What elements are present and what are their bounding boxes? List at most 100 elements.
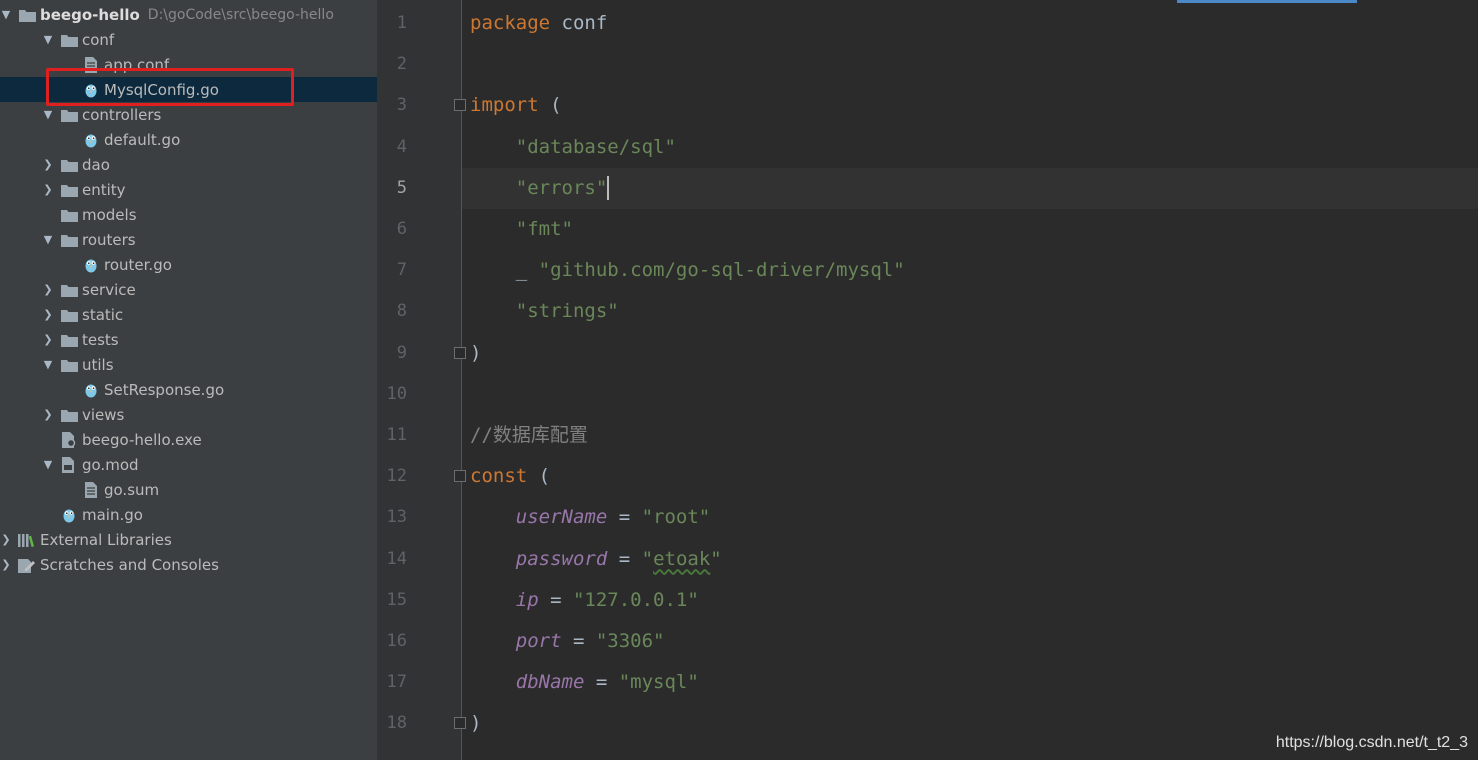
code-token: "mysql" <box>618 671 699 694</box>
tree-item[interactable]: models <box>0 202 377 227</box>
fold-marker-icon[interactable] <box>454 99 466 112</box>
line-number: 11 <box>386 425 407 445</box>
folder-icon <box>60 307 78 323</box>
code-line[interactable]: import ( <box>470 85 562 126</box>
line-number: 6 <box>396 219 407 239</box>
tree-item[interactable]: router.go <box>0 252 377 277</box>
tree-item[interactable]: ❯ dao <box>0 152 377 177</box>
tree-item[interactable]: ❯ External Libraries <box>0 527 377 552</box>
code-line[interactable]: "errors" <box>470 168 610 209</box>
code-line[interactable]: ) <box>470 333 481 374</box>
tree-item-label: conf <box>82 30 115 49</box>
line-number: 3 <box>396 95 407 116</box>
code-line[interactable]: "database/sql" <box>470 127 676 168</box>
code-token: ip <box>515 588 539 611</box>
code-line[interactable]: //数据库配置 <box>470 415 588 456</box>
code-token: ) <box>470 341 482 364</box>
line-number: 17 <box>386 672 407 693</box>
line-number: 14 <box>386 548 407 569</box>
code-line[interactable]: password = "etoak" <box>470 539 722 580</box>
tree-item[interactable]: ❯ Scratches and Consoles <box>0 552 377 577</box>
tree-item[interactable]: SetResponse.go <box>0 377 377 402</box>
tree-item[interactable]: beego-hello.exe <box>0 427 377 452</box>
code-line[interactable]: ip = "127.0.0.1" <box>470 580 699 621</box>
tree-item[interactable]: ▼ go.mod <box>0 452 377 477</box>
line-number: 4 <box>396 136 407 157</box>
tree-item-label: service <box>82 280 136 299</box>
project-name: beego-hello <box>40 5 140 24</box>
code-token: "github.com/go-sql-driver/mysql" <box>538 259 905 282</box>
code-line[interactable]: "fmt" <box>470 209 573 250</box>
tree-item[interactable]: ❯ static <box>0 302 377 327</box>
chevron-down-icon[interactable]: ▼ <box>42 227 54 252</box>
code-token: = <box>561 630 596 652</box>
line-number: 2 <box>396 54 407 75</box>
chevron-down-icon[interactable]: ▼ <box>0 2 12 27</box>
fold-marker-icon[interactable] <box>454 346 466 359</box>
tree-item[interactable]: ❯ views <box>0 402 377 427</box>
code-line[interactable]: dbName = "mysql" <box>470 662 699 703</box>
code-line[interactable]: "strings" <box>470 291 619 332</box>
tree-item-label: go.mod <box>82 455 139 474</box>
go-file-icon <box>60 507 78 523</box>
chevron-down-icon[interactable]: ▼ <box>42 352 54 377</box>
chevron-right-icon[interactable]: ❯ <box>42 327 54 352</box>
code-line[interactable]: _ "github.com/go-sql-driver/mysql" <box>470 250 905 291</box>
tree-item[interactable]: ▼ utils <box>0 352 377 377</box>
tree-item[interactable]: ❯ entity <box>0 177 377 202</box>
project-tree[interactable]: ▼ beego-hello D:\goCode\src\beego-hello … <box>0 0 377 760</box>
project-root[interactable]: ▼ beego-hello D:\goCode\src\beego-hello <box>0 2 377 27</box>
code-line[interactable]: port = "3306" <box>470 621 665 662</box>
tree-item[interactable]: go.sum <box>0 477 377 502</box>
tree-item-label: dao <box>82 155 110 174</box>
code-token: = <box>607 506 642 529</box>
tree-item-label: External Libraries <box>40 530 172 549</box>
tree-item-label: utils <box>82 355 114 374</box>
code-token: ( <box>538 94 562 117</box>
code-token: password <box>515 547 608 570</box>
library-icon <box>18 532 36 548</box>
tree-item[interactable]: ▼ conf <box>0 27 377 52</box>
tree-item[interactable]: ▼ routers <box>0 227 377 252</box>
line-number: 5 <box>396 177 407 198</box>
folder-icon <box>60 32 78 48</box>
code-line[interactable]: ) <box>470 703 481 744</box>
code-token: "strings" <box>515 300 619 323</box>
code-token: etoak <box>653 547 711 570</box>
tree-item[interactable]: main.go <box>0 502 377 527</box>
line-number: 7 <box>396 260 407 281</box>
tree-item[interactable]: ❯ service <box>0 277 377 302</box>
chevron-down-icon[interactable]: ▼ <box>42 452 54 477</box>
chevron-right-icon[interactable]: ❯ <box>0 527 12 552</box>
chevron-right-icon[interactable]: ❯ <box>42 177 54 202</box>
code-token: "database/sql" <box>515 135 676 158</box>
tree-item-label: router.go <box>104 255 172 274</box>
code-token: conf <box>550 12 608 34</box>
tree-item-label: static <box>82 305 124 324</box>
code-line[interactable]: const ( <box>470 456 550 497</box>
fold-marker-icon[interactable] <box>454 717 466 730</box>
folder-icon <box>60 232 78 248</box>
chevron-right-icon[interactable]: ❯ <box>42 152 54 177</box>
tree-item-label: tests <box>82 330 119 349</box>
chevron-right-icon[interactable]: ❯ <box>0 552 12 577</box>
tree-item-label: default.go <box>104 130 181 149</box>
fold-marker-icon[interactable] <box>454 470 466 483</box>
code-token: = <box>584 671 619 694</box>
chevron-right-icon[interactable]: ❯ <box>42 277 54 302</box>
line-number: 8 <box>396 301 407 322</box>
tree-item[interactable]: ❯ tests <box>0 327 377 352</box>
code-line[interactable]: userName = "root" <box>470 497 710 538</box>
folder-icon <box>60 207 78 223</box>
current-line-highlight <box>462 168 1478 209</box>
folder-icon <box>60 107 78 123</box>
chevron-right-icon[interactable]: ❯ <box>42 402 54 427</box>
chevron-down-icon[interactable]: ▼ <box>42 27 54 52</box>
tree-item[interactable]: default.go <box>0 127 377 152</box>
tree-item-label: SetResponse.go <box>104 380 225 399</box>
code-line[interactable]: package conf <box>470 3 607 44</box>
chevron-right-icon[interactable]: ❯ <box>42 302 54 327</box>
